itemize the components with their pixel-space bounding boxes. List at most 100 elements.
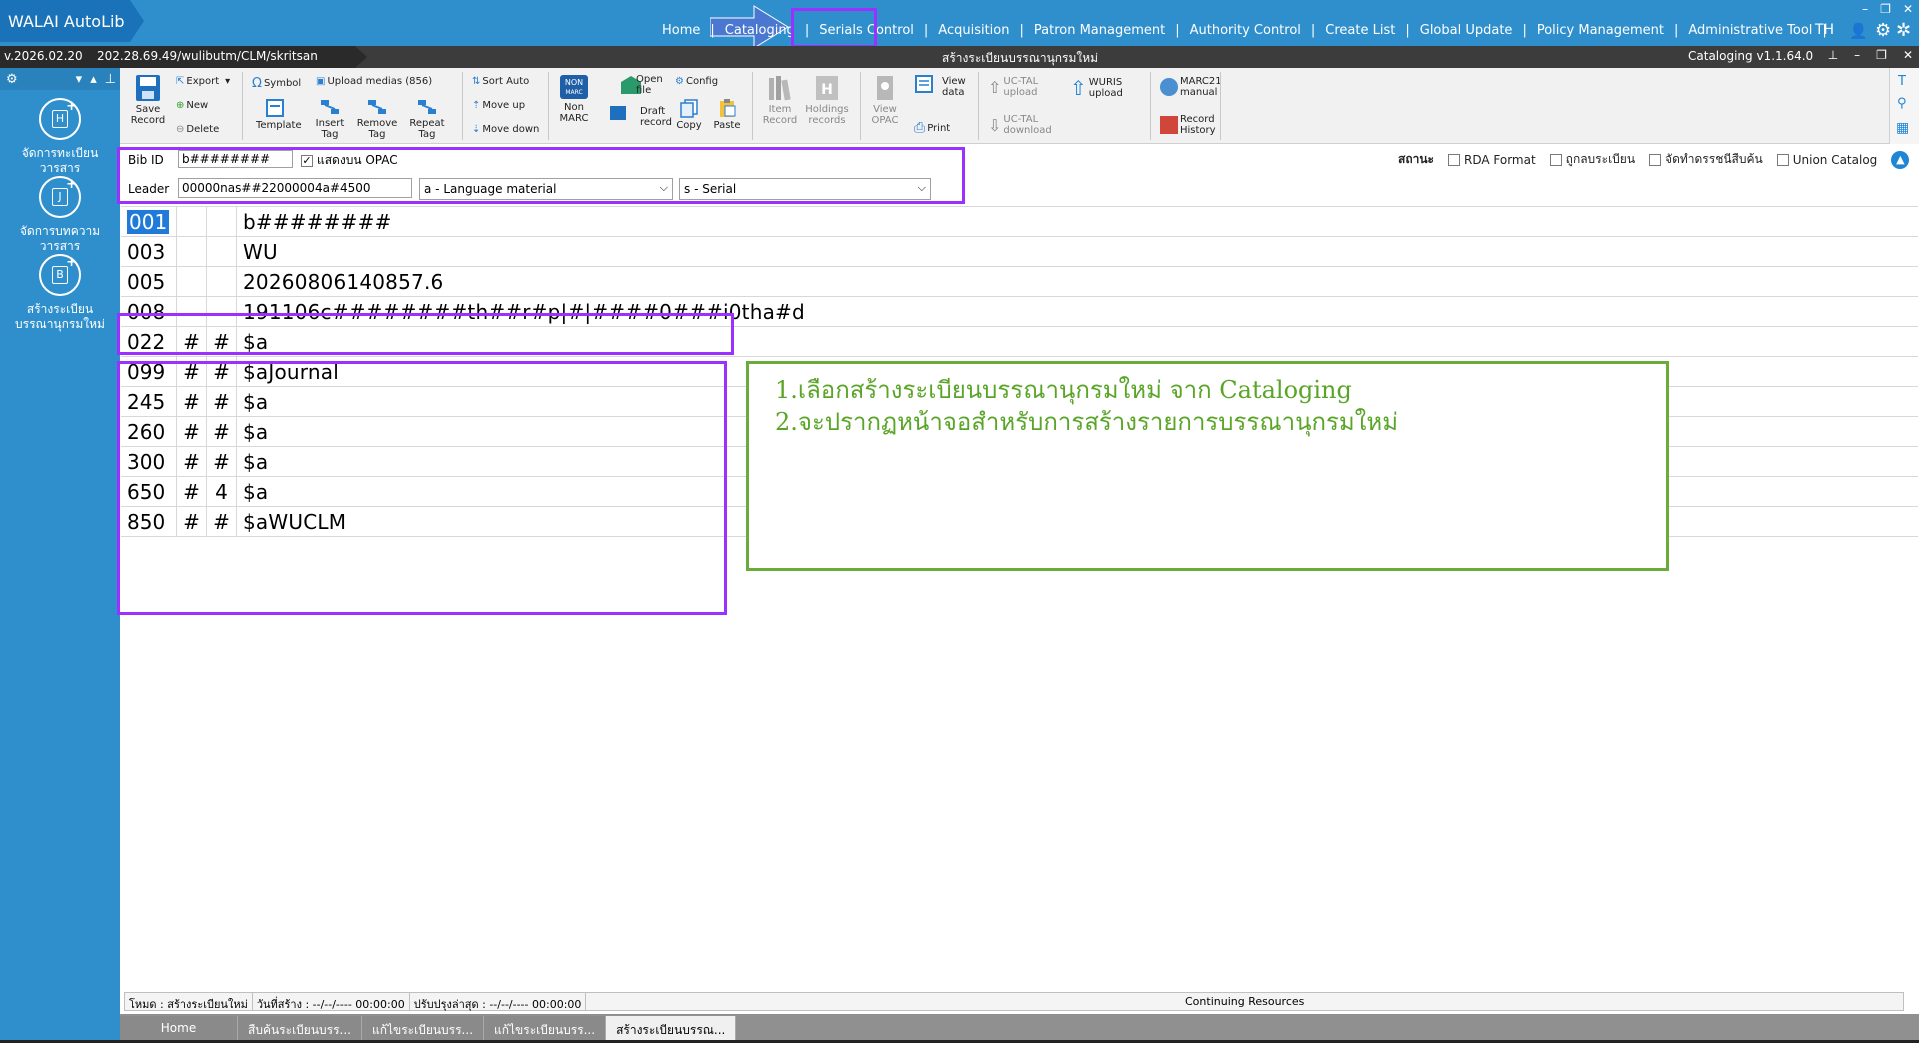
config-icon: ⚙ <box>675 76 684 87</box>
marc-tag[interactable]: 005 <box>121 267 177 297</box>
upload-medias-button[interactable]: ▣ Upload medias (856) <box>316 76 432 87</box>
menu-create-list[interactable]: Create List <box>1315 23 1405 38</box>
indicator-1[interactable] <box>177 237 207 267</box>
menu-policy-management[interactable]: Policy Management <box>1527 23 1674 38</box>
cataloging-highlight-box <box>791 8 877 48</box>
marc-tag[interactable]: 001 <box>127 210 170 234</box>
marc21-manual-button[interactable]: MARC21 manual <box>1160 76 1222 98</box>
child-close-icon[interactable]: ✕ <box>1903 48 1913 62</box>
svg-text:NON: NON <box>565 78 583 87</box>
sidebar-item-journal-register[interactable]: H + จัดการทะเบียน วารสาร <box>0 98 120 176</box>
union-catalog-checkbox[interactable]: Union Catalog <box>1776 153 1877 167</box>
draft-record-icon <box>610 106 626 120</box>
menu-global-update[interactable]: Global Update <box>1410 23 1523 38</box>
collapse-up-icon[interactable]: ▲ <box>1891 150 1910 169</box>
close-icon[interactable]: ✕ <box>1903 2 1913 16</box>
uctal-download-button[interactable]: ⇩ UC-TAL download <box>988 114 1052 136</box>
table-row[interactable]: 003 WU <box>121 237 1918 267</box>
sidebar-pin-icon[interactable]: ⊥ <box>105 72 116 87</box>
restore-icon[interactable]: ❐ <box>1880 2 1891 16</box>
language-switch[interactable]: TH <box>1815 22 1834 38</box>
gears-icon[interactable]: ✲ <box>1896 20 1911 41</box>
indicator-2[interactable] <box>207 237 237 267</box>
indicator-1[interactable] <box>177 267 207 297</box>
new-button[interactable]: ⊕ New <box>176 100 208 111</box>
paste-button[interactable]: Paste <box>710 98 744 131</box>
sidebar-collapse-icon[interactable]: ▾ <box>76 72 83 87</box>
move-down-icon: ⇣ <box>472 124 481 135</box>
indicator-2[interactable] <box>207 267 237 297</box>
marc-value[interactable]: WU <box>237 237 1918 267</box>
tab-search-bib[interactable]: สืบค้นระเบียนบรร... <box>238 1016 362 1042</box>
sidebar-gear-icon[interactable]: ⚙ <box>6 72 18 87</box>
template-icon <box>266 99 284 117</box>
tab-new-bib[interactable]: สร้างระเบียนบรรณ... <box>606 1016 737 1042</box>
indicator-2[interactable] <box>207 207 237 237</box>
item-record-button[interactable]: Item Record <box>762 74 798 126</box>
remove-tag-button[interactable]: Remove Tag <box>356 98 398 140</box>
symbol-button[interactable]: Ω Symbol <box>252 76 301 91</box>
link-tool-icon[interactable]: ⚲ <box>1897 96 1907 111</box>
marc-value[interactable]: 20260806140857.6 <box>237 267 1918 297</box>
menu-authority-control[interactable]: Authority Control <box>1180 23 1311 38</box>
template-button[interactable]: Template <box>256 98 302 131</box>
tab-edit-bib-1[interactable]: แก้ไขระเบียนบรร... <box>361 1016 485 1042</box>
view-data-button[interactable]: View data <box>910 74 966 98</box>
insert-tag-icon <box>321 100 339 114</box>
tab-edit-bib-2[interactable]: แก้ไขระเบียนบรร... <box>484 1016 607 1042</box>
sort-auto-button[interactable]: ⇅ Sort Auto <box>472 76 529 87</box>
rda-format-checkbox[interactable]: RDA Format <box>1447 153 1536 167</box>
config-button[interactable]: ⚙ Config <box>675 76 718 87</box>
indicator-1[interactable] <box>177 207 207 237</box>
menu-patron-management[interactable]: Patron Management <box>1024 23 1175 38</box>
sidebar-up-icon[interactable]: ▴ <box>90 72 97 87</box>
sidebar: ⚙ ▾ ▴ ⊥ H + จัดการทะเบียน วารสาร J + จัดกา… <box>0 68 120 1043</box>
menu-administrative-tool[interactable]: Administrative Tool <box>1678 23 1822 38</box>
gear-icon[interactable]: ⚙ <box>1875 20 1891 41</box>
marc-tag[interactable]: 003 <box>121 237 177 267</box>
holdings-records-button[interactable]: H Holdings records <box>804 74 850 126</box>
marc-value[interactable]: b######## <box>237 207 1918 237</box>
non-marc-icon: NON MARC <box>560 75 588 99</box>
new-bib-record-icon: B + <box>39 254 81 296</box>
view-opac-button[interactable]: View OPAC <box>868 74 902 126</box>
wuris-upload-button[interactable]: ⇧ WURIS upload <box>1070 76 1123 100</box>
suppressed-checkbox[interactable]: ถูกลบระเบียน <box>1549 150 1635 169</box>
svg-text:MARC: MARC <box>565 89 582 96</box>
uctal-upload-button[interactable]: ⇧ UC-TAL upload <box>988 76 1038 98</box>
non-marc-button[interactable]: NON MARC Non MARC <box>556 74 592 124</box>
mode-status: โหมด : สร้างระเบียนใหม่ <box>125 993 253 1011</box>
insert-tag-button[interactable]: Insert Tag <box>310 98 350 140</box>
repeat-tag-button[interactable]: Repeat Tag <box>406 98 448 140</box>
move-up-button[interactable]: ⇡ Move up <box>472 100 525 111</box>
print-button[interactable]: ⎙ Print <box>914 120 950 136</box>
index-checkbox[interactable]: จัดทำดรรชนีสืบค้น <box>1649 150 1763 169</box>
delete-button[interactable]: ⊖ Delete <box>176 124 219 135</box>
record-history-button[interactable]: Record History <box>1160 114 1216 136</box>
grid-tool-icon[interactable]: ▦ <box>1896 120 1909 136</box>
text-tool-icon[interactable]: T <box>1898 74 1906 89</box>
export-button[interactable]: ⇱ Export ▾ <box>176 76 230 87</box>
move-down-button[interactable]: ⇣ Move down <box>472 124 539 135</box>
copy-button[interactable]: Copy <box>672 98 706 131</box>
table-row[interactable]: 005 20260806140857.6 <box>121 267 1918 297</box>
tab-home[interactable]: Home <box>120 1016 238 1042</box>
sidebar-item-journal-articles[interactable]: J + จัดการบทความ วารสาร <box>0 176 120 254</box>
export-icon: ⇱ <box>176 76 185 87</box>
draft-record-button[interactable]: Draft record <box>604 104 672 128</box>
pin-icon[interactable]: ⊥ <box>1828 48 1838 62</box>
user-icon[interactable]: 👤 <box>1849 22 1868 40</box>
menu-home[interactable]: Home <box>652 23 710 38</box>
updated-status: ปรับปรุงล่าสุด : --/--/---- 00:00:00 <box>410 993 587 1011</box>
child-restore-icon[interactable]: ❐ <box>1876 48 1887 62</box>
sidebar-item-new-bib-record[interactable]: B + สร้างระเบียน บรรณานุกรมใหม่ <box>0 254 120 332</box>
upload-icon: ⇧ <box>988 77 1002 97</box>
open-file-button[interactable]: Open file <box>600 74 663 98</box>
table-row[interactable]: 001 b######## <box>121 207 1918 237</box>
menu-acquisition[interactable]: Acquisition <box>928 23 1019 38</box>
created-status: วันที่สร้าง : --/--/---- 00:00:00 <box>253 993 410 1011</box>
save-record-button[interactable]: Save Record <box>130 74 166 126</box>
child-minimize-icon[interactable]: – <box>1854 48 1860 62</box>
top-right-controls: – ❐ ✕ TH 👤 ⚙ ✲ <box>1803 0 1913 46</box>
minimize-icon[interactable]: – <box>1862 2 1868 16</box>
